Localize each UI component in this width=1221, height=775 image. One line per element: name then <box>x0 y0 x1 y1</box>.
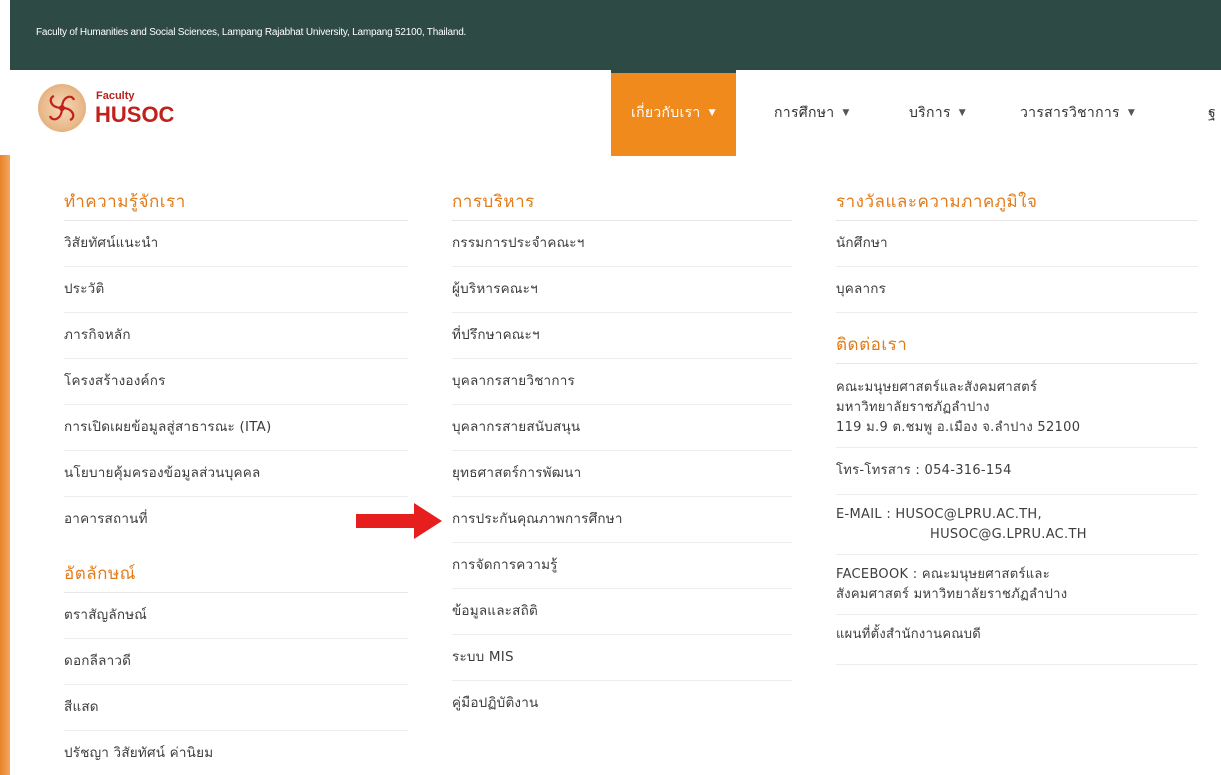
menu-item-color[interactable]: สีแสด <box>64 685 408 731</box>
menu-item-support-staff[interactable]: บุคลากรสายสนับสนุน <box>452 405 792 451</box>
menu-column-administration: การบริหาร กรรมการประจำคณะฯ ผู้บริหารคณะฯ… <box>452 156 792 726</box>
nav-more[interactable]: ฐ <box>1208 70 1216 156</box>
menu-item-knowledge-management[interactable]: การจัดการความรู้ <box>452 543 792 589</box>
menu-item-mission[interactable]: ภารกิจหลัก <box>64 313 408 359</box>
menu-item-map[interactable]: แผนที่ตั้งสำนักงานคณบดี <box>836 615 1198 665</box>
menu-column-awards-contact: รางวัลและความภาคภูมิใจ นักศึกษา บุคลากร … <box>836 156 1198 665</box>
logo-husoc-text: HUSOC <box>95 102 175 127</box>
heading-administration: การบริหาร <box>452 156 792 221</box>
nav-services[interactable]: บริการ ▼ <box>909 70 966 156</box>
menu-item-ita[interactable]: การเปิดเผยข้อมูลสู่สาธารณะ (ITA) <box>64 405 408 451</box>
chevron-down-icon: ▼ <box>708 108 716 118</box>
menu-item-flower[interactable]: ดอกลีลาวดี <box>64 639 408 685</box>
menu-item-quality-assurance[interactable]: การประกันคุณภาพการศึกษา <box>452 497 792 543</box>
heading-awards: รางวัลและความภาคภูมิใจ <box>836 156 1198 221</box>
nav-about-us[interactable]: เกี่ยวกับเรา ▼ <box>611 70 736 156</box>
menu-item-emblem[interactable]: ตราสัญลักษณ์ <box>64 593 408 639</box>
left-accent-stripe <box>0 155 10 775</box>
address-line-2: มหาวิทยาลัยราชภัฏลำปาง <box>836 400 990 415</box>
menu-item-committee[interactable]: กรรมการประจำคณะฯ <box>452 221 792 267</box>
nav-active-indicator <box>611 70 736 73</box>
menu-item-advisors[interactable]: ที่ปรึกษาคณะฯ <box>452 313 792 359</box>
chevron-down-icon: ▼ <box>958 108 966 118</box>
contact-phone: โทร-โทรสาร : 054-316-154 <box>836 448 1198 495</box>
heading-know-us: ทำความรู้จักเรา <box>64 156 408 221</box>
main-navbar: Faculty HUSOC เกี่ยวกับเรา ▼ การศึกษา ▼ บร… <box>10 70 1221 157</box>
menu-item-structure[interactable]: โครงสร้างองค์กร <box>64 359 408 405</box>
menu-item-executives[interactable]: ผู้บริหารคณะฯ <box>452 267 792 313</box>
nav-services-label: บริการ <box>909 105 951 121</box>
flower-logo-icon <box>38 84 86 132</box>
menu-item-strategy[interactable]: ยุทธศาสตร์การพัฒนา <box>452 451 792 497</box>
address-line-3: 119 ม.9 ต.ชมพู อ.เมือง จ.ลำปาง 52100 <box>836 420 1081 435</box>
heading-contact: ติดต่อเรา <box>836 313 1198 364</box>
husoc-logo[interactable]: Faculty HUSOC <box>38 84 198 134</box>
nav-education-label: การศึกษา <box>774 105 835 121</box>
chevron-down-icon: ▼ <box>1127 108 1136 118</box>
menu-item-students[interactable]: นักศึกษา <box>836 221 1198 267</box>
red-arrow-pointer-icon <box>356 503 442 539</box>
menu-item-philosophy[interactable]: ปรัชญา วิสัยทัศน์ ค่านิยม <box>64 731 408 775</box>
contact-email[interactable]: E-MAIL : HUSOC@LPRU.AC.TH, HUSOC@G.LPRU.… <box>836 495 1198 555</box>
menu-item-academic-staff[interactable]: บุคลากรสายวิชาการ <box>452 359 792 405</box>
page: Faculty of Humanities and Social Science… <box>0 0 1221 775</box>
menu-item-personnel[interactable]: บุคลากร <box>836 267 1198 313</box>
email-line-1: E-MAIL : HUSOC@LPRU.AC.TH, <box>836 507 1042 522</box>
chevron-down-icon: ▼ <box>842 108 850 118</box>
heading-identity: อัตลักษณ์ <box>64 542 408 593</box>
facebook-line-2: สังคมศาสตร์ มหาวิทยาลัยราชภัฏลำปาง <box>836 587 1068 602</box>
contact-address: คณะมนุษยศาสตร์และสังคมศาสตร์ มหาวิทยาลัย… <box>836 364 1198 448</box>
faculty-address: Faculty of Humanities and Social Science… <box>36 27 467 38</box>
contact-facebook[interactable]: FACEBOOK : คณะมนุษยศาสตร์และ สังคมศาสตร์… <box>836 555 1198 615</box>
address-line-1: คณะมนุษยศาสตร์และสังคมศาสตร์ <box>836 380 1038 395</box>
nav-education[interactable]: การศึกษา ▼ <box>774 70 850 156</box>
email-line-2: HUSOC@G.LPRU.AC.TH <box>930 527 1087 542</box>
nav-journal[interactable]: วารสารวิชาการ ▼ <box>1020 70 1135 156</box>
menu-column-know-us: ทำความรู้จักเรา วิสัยทัศน์แนะนำ ประวัติ … <box>64 156 408 775</box>
menu-item-history[interactable]: ประวัติ <box>64 267 408 313</box>
menu-item-mis[interactable]: ระบบ MIS <box>452 635 792 681</box>
nav-journal-label: วารสารวิชาการ <box>1020 105 1120 121</box>
nav-more-label: ฐ <box>1208 105 1217 121</box>
menu-item-privacy[interactable]: นโยบายคุ้มครองข้อมูลส่วนบุคคล <box>64 451 408 497</box>
menu-item-vision[interactable]: วิสัยทัศน์แนะนำ <box>64 221 408 267</box>
top-info-bar: Faculty of Humanities and Social Science… <box>10 0 1221 70</box>
logo-faculty-text: Faculty <box>96 90 135 102</box>
facebook-line-1: FACEBOOK : คณะมนุษยศาสตร์และ <box>836 567 1050 582</box>
menu-item-manual[interactable]: คู่มือปฏิบัติงาน <box>452 681 792 726</box>
about-us-mega-menu: ทำความรู้จักเรา วิสัยทัศน์แนะนำ ประวัติ … <box>10 156 1221 775</box>
menu-item-statistics[interactable]: ข้อมูลและสถิติ <box>452 589 792 635</box>
nav-about-us-label: เกี่ยวกับเรา <box>631 105 701 121</box>
